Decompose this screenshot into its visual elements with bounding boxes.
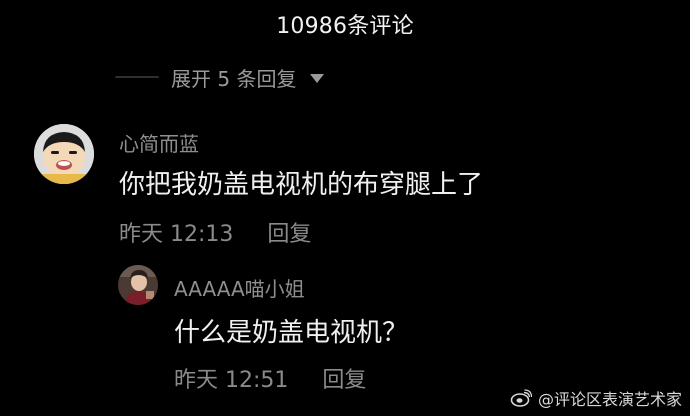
watermark: @评论区表演艺术家 bbox=[510, 386, 682, 410]
user-avatar[interactable] bbox=[34, 124, 94, 184]
expand-replies-button[interactable]: 展开 5 条回复 bbox=[115, 60, 325, 94]
expand-divider-line bbox=[115, 76, 159, 78]
reply-username[interactable]: AAAAA喵小姐 bbox=[174, 273, 305, 302]
comment-reply-button[interactable]: 回复 bbox=[267, 216, 311, 248]
comments-header: 10986条评论 bbox=[0, 6, 690, 42]
watermark-text: @评论区表演艺术家 bbox=[537, 390, 682, 409]
comment-count-title: 10986条评论 bbox=[276, 14, 414, 39]
weibo-icon bbox=[510, 389, 532, 407]
expand-replies-label: 展开 5 条回复 bbox=[171, 66, 297, 91]
reply-text: 什么是奶盖电视机？ bbox=[174, 318, 409, 348]
comment-meta: 昨天 12:13 回复 bbox=[119, 216, 311, 248]
reply-reply-button[interactable]: 回复 bbox=[322, 362, 366, 394]
caret-down-icon bbox=[310, 73, 325, 83]
comment-username[interactable]: 心简而蓝 bbox=[119, 128, 199, 157]
photo-avatar-icon bbox=[118, 265, 158, 305]
cartoon-avatar-icon bbox=[34, 124, 94, 184]
reply-time: 昨天 12:51 bbox=[174, 368, 289, 393]
reply-meta: 昨天 12:51 回复 bbox=[174, 362, 366, 394]
reply-user-avatar[interactable] bbox=[118, 265, 158, 305]
comment-time: 昨天 12:13 bbox=[119, 222, 234, 247]
comment-text: 你把我奶盖电视机的布穿腿上了 bbox=[119, 170, 484, 200]
